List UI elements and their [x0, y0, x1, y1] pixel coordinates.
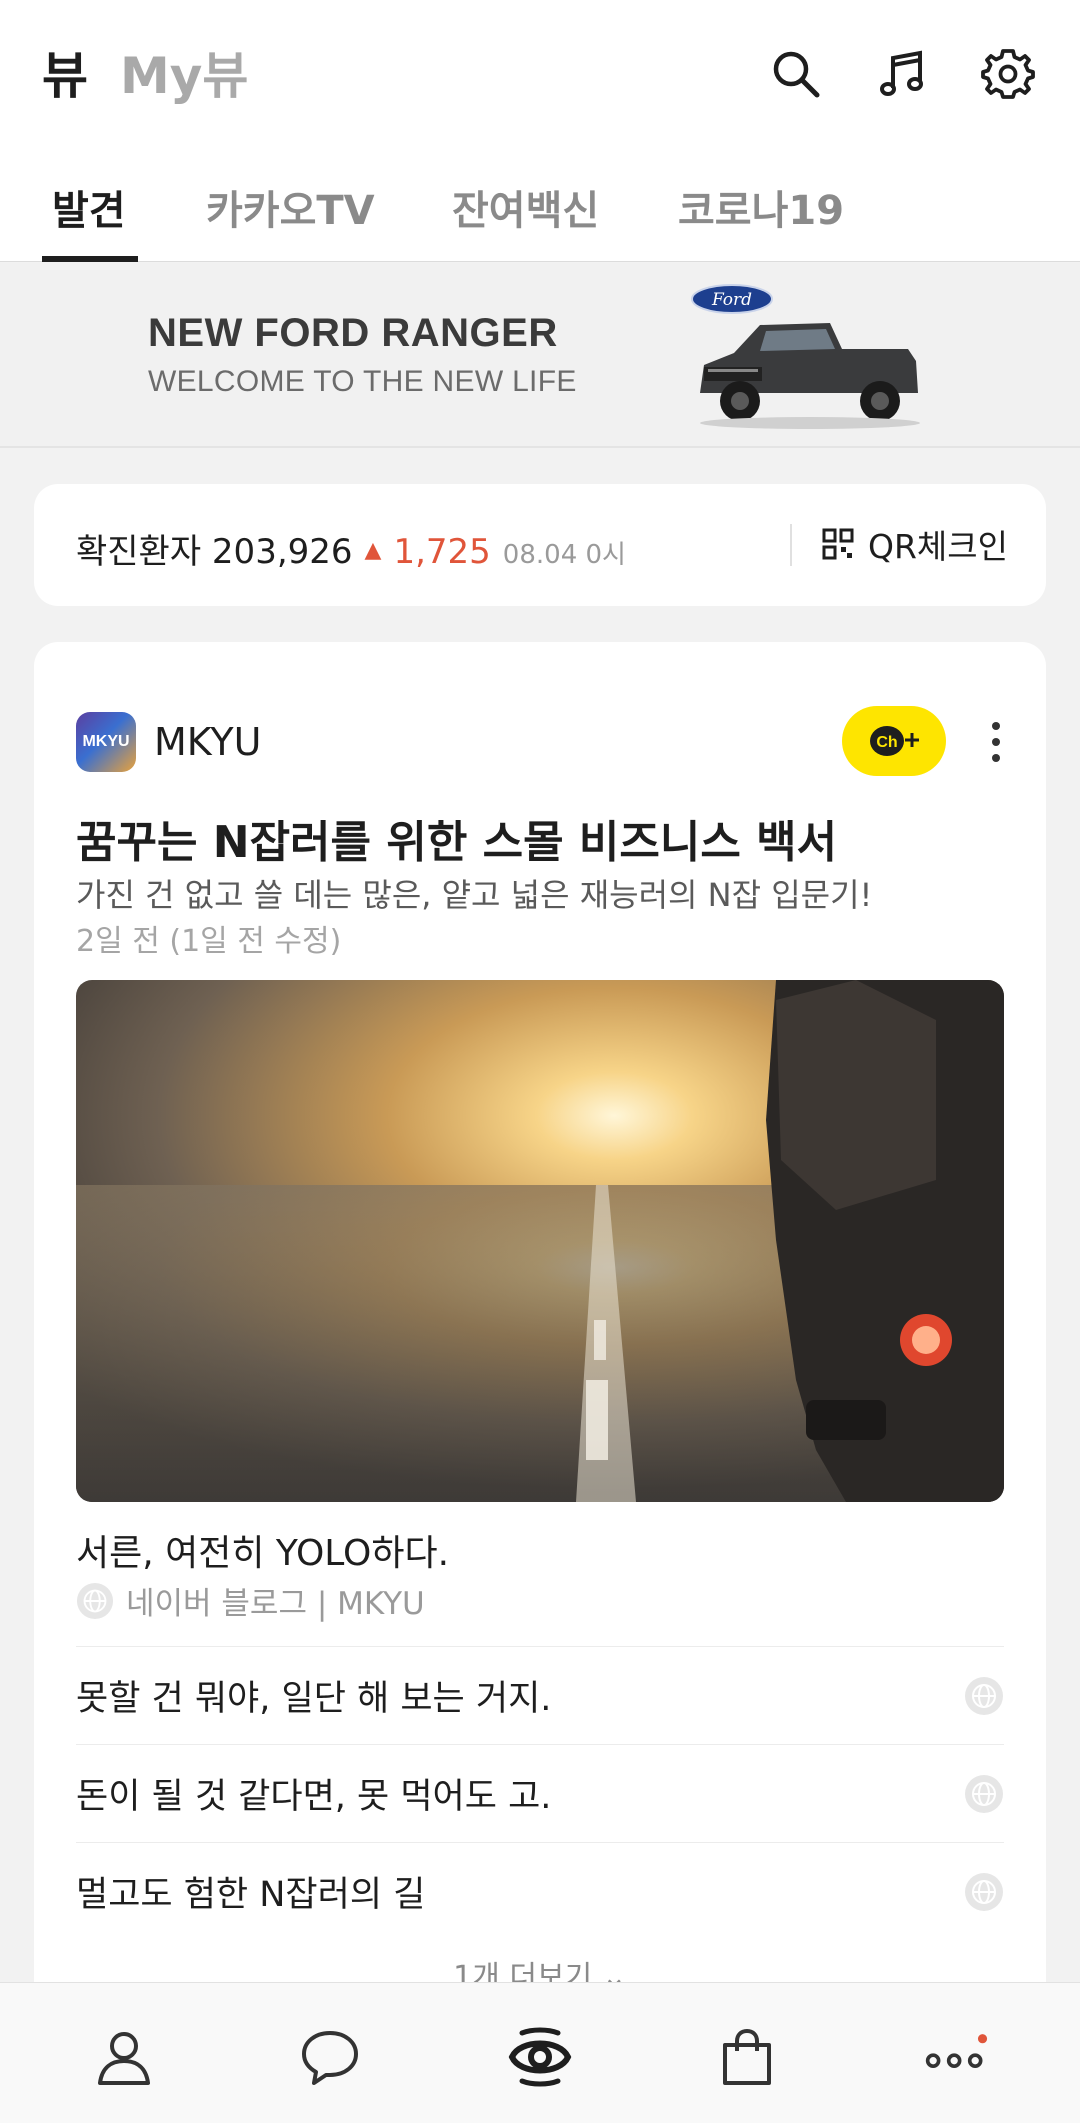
daily-increase: 1,725: [393, 532, 491, 572]
link-text: 못할 건 뭐야, 일단 해 보는 거지.: [76, 1679, 552, 1719]
ad-banner[interactable]: NEW FORD RANGER WELCOME TO THE NEW LIFE …: [0, 263, 1080, 448]
qr-checkin-label: QR체크인: [868, 527, 1008, 566]
list-item[interactable]: 멀고도 험한 N잡러의 길: [76, 1842, 1004, 1940]
person-icon[interactable]: [92, 2025, 156, 2089]
chat-bubble-icon[interactable]: [298, 2025, 362, 2089]
app-header: 뷰 My뷰 발견 카카오TV 잔여백신 코로나19: [0, 0, 1080, 262]
confirmed-cases: 확진환자 203,926: [76, 532, 353, 572]
channel-name: MKYU: [154, 720, 262, 764]
brand-title[interactable]: 뷰: [42, 36, 88, 108]
related-links: 못할 건 뭐야, 일단 해 보는 거지. 돈이 될 것 같다면, 못 먹어도 고…: [76, 1646, 1004, 1940]
ad-title: NEW FORD RANGER: [148, 311, 558, 355]
channel-logo: MKYU: [76, 712, 136, 772]
header-actions: [764, 42, 1040, 106]
search-icon[interactable]: [764, 42, 828, 106]
channel-info[interactable]: MKYU MKYU: [76, 712, 261, 772]
my-view-tab[interactable]: My뷰: [120, 36, 248, 108]
qr-code-icon: [822, 528, 854, 560]
increase-arrow-icon: ▲: [364, 538, 382, 563]
stats-date: 08.04 0시: [502, 540, 626, 570]
tab-discover[interactable]: 발견: [52, 178, 126, 236]
tab-kakaotv[interactable]: 카카오TV: [206, 178, 375, 236]
post-subtitle: 가진 건 없고 쓸 데는 많은, 얕고 넓은 재능러의 N잡 입문기!: [76, 876, 873, 914]
post-timestamp: 2일 전 (1일 전 수정): [76, 924, 342, 959]
tab-remaining-vaccine[interactable]: 잔여백신: [452, 178, 599, 236]
globe-icon: [76, 1582, 114, 1619]
channel-add-button[interactable]: Ch: [842, 706, 946, 776]
link-text: 멀고도 험한 N잡러의 길: [76, 1875, 426, 1915]
covid-stats: 확진환자 203,926 ▲ 1,725 08.04 0시: [76, 524, 626, 573]
notification-dot: [977, 2034, 988, 2044]
article-title[interactable]: 서른, 여전히 YOLO하다.: [76, 1524, 449, 1576]
bottom-navigation: [0, 1982, 1080, 2123]
ad-subtitle: WELCOME TO THE NEW LIFE: [148, 365, 577, 398]
ad-truck-image: Ford: [691, 284, 920, 429]
shopping-bag-icon[interactable]: [715, 2025, 779, 2089]
qr-checkin-button[interactable]: QR체크인: [822, 520, 1008, 568]
article-source: 네이버 블로그 | MKYU: [76, 1578, 425, 1623]
brand: 뷰 My뷰: [42, 40, 248, 105]
ford-logo: Ford: [711, 290, 752, 310]
view-eye-icon[interactable]: [508, 2025, 572, 2089]
divider: [790, 524, 792, 566]
covid-status-bar[interactable]: 확진환자 203,926 ▲ 1,725 08.04 0시 QR체크인: [34, 484, 1046, 606]
link-text: 돈이 될 것 같다면, 못 먹어도 고.: [76, 1777, 552, 1817]
source-label: 네이버 블로그 | MKYU: [126, 1586, 425, 1622]
feed-card: MKYU MKYU Ch 꿈꾸는 N잡러를 위한 스몰 비즈니스 백서 가진 건…: [34, 642, 1046, 2042]
svg-text:Ch: Ch: [876, 734, 897, 751]
list-item[interactable]: 돈이 될 것 같다면, 못 먹어도 고.: [76, 1744, 1004, 1842]
globe-icon: [965, 1872, 1003, 1911]
more-dots-icon[interactable]: [924, 2025, 988, 2089]
list-item[interactable]: 못할 건 뭐야, 일단 해 보는 거지.: [76, 1646, 1004, 1744]
music-note-icon[interactable]: [870, 42, 934, 106]
post-image[interactable]: [76, 980, 1004, 1502]
more-options-icon[interactable]: [984, 720, 1008, 764]
gear-icon[interactable]: [976, 42, 1040, 106]
tab-bar: 발견 카카오TV 잔여백신 코로나19: [0, 172, 1080, 262]
active-tab-indicator: [42, 256, 138, 262]
kakao-channel-plus-icon: Ch: [870, 726, 919, 756]
tab-covid19[interactable]: 코로나19: [678, 178, 844, 236]
post-title[interactable]: 꿈꾸는 N잡러를 위한 스몰 비즈니스 백서: [76, 806, 837, 870]
globe-icon: [965, 1774, 1003, 1813]
globe-icon: [965, 1676, 1003, 1715]
